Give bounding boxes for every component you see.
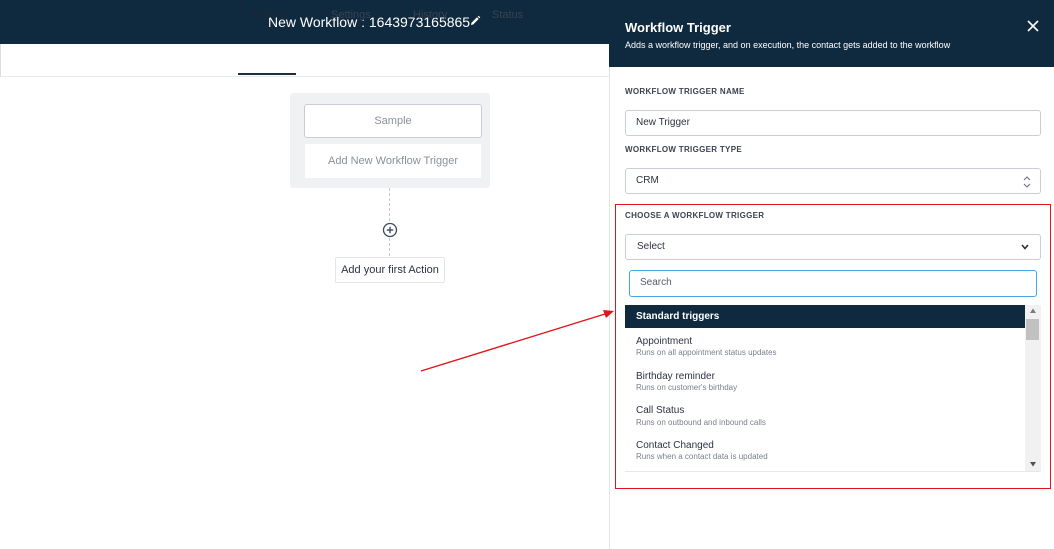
active-tab-indicator — [238, 73, 296, 75]
tab-settings[interactable]: Settings — [331, 9, 371, 21]
choose-trigger-select[interactable]: Select — [625, 234, 1041, 260]
trigger-type-select[interactable]: CRM — [625, 168, 1041, 194]
dropdown-group-header: Standard triggers — [625, 305, 1025, 328]
add-workflow-trigger-button[interactable]: Add New Workflow Trigger — [305, 144, 481, 178]
scroll-down-arrow-icon[interactable] — [1029, 460, 1037, 468]
option-call-status[interactable]: Call Status — [636, 405, 684, 416]
tab-status[interactable]: Status — [492, 9, 523, 21]
trigger-name-label: WORKFLOW TRIGGER NAME — [625, 87, 745, 96]
option-call-status-desc: Runs on outbound and inbound calls — [636, 418, 766, 427]
panel-title: Workflow Trigger — [625, 20, 731, 35]
chevron-down-icon — [1021, 244, 1029, 250]
option-birthday-reminder[interactable]: Birthday reminder — [636, 371, 715, 382]
close-icon[interactable] — [1026, 19, 1040, 33]
option-contact-changed[interactable]: Contact Changed — [636, 440, 714, 451]
sample-trigger[interactable]: Sample — [304, 104, 482, 138]
choose-trigger-label: CHOOSE A WORKFLOW TRIGGER — [625, 211, 765, 220]
panel-subtitle: Adds a workflow trigger, and on executio… — [625, 40, 951, 50]
option-appointment[interactable]: Appointment — [636, 336, 692, 347]
search-input[interactable]: Search — [629, 270, 1037, 297]
tab-actions[interactable]: Actions — [252, 9, 288, 21]
pencil-icon[interactable] — [468, 14, 482, 28]
option-birthday-reminder-desc: Runs on customer's birthday — [636, 383, 738, 392]
tab-bar-divider — [0, 44, 1, 77]
trigger-type-label: WORKFLOW TRIGGER TYPE — [625, 145, 742, 154]
scrollbar-thumb[interactable] — [1026, 319, 1039, 340]
tab-bar — [0, 44, 609, 77]
tab-history[interactable]: History — [413, 9, 447, 21]
up-down-chevron-icon — [1023, 176, 1031, 188]
dropdown-bottom-edge — [625, 471, 1041, 472]
add-first-action-button[interactable]: Add your first Action — [335, 257, 445, 283]
plus-circle-icon[interactable] — [382, 222, 398, 238]
scroll-up-arrow-icon[interactable] — [1029, 307, 1037, 315]
trigger-name-input[interactable]: New Trigger — [625, 110, 1041, 136]
option-contact-changed-desc: Runs when a contact data is updated — [636, 452, 768, 461]
option-appointment-desc: Runs on all appointment status updates — [636, 348, 777, 357]
